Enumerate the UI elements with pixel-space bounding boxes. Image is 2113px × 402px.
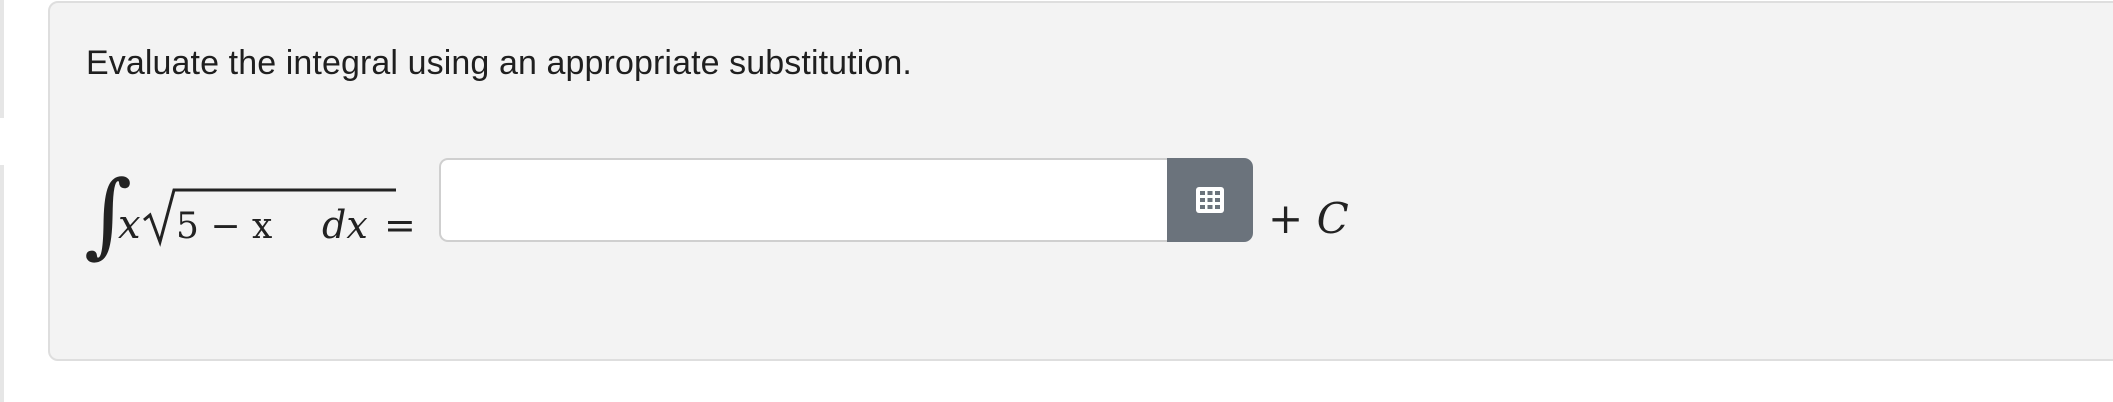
differential-dx: dx <box>322 203 368 247</box>
radical-contents: 5 − x <box>176 206 272 247</box>
page-left-edge <box>0 0 6 402</box>
question-prompt: Evaluate the integral using an appropria… <box>86 44 912 82</box>
answer-input[interactable] <box>439 158 1170 242</box>
left-edge-segment <box>0 0 4 118</box>
equals-sign: = <box>384 203 416 247</box>
keypad-button[interactable] <box>1167 158 1253 242</box>
left-edge-segment <box>0 165 4 402</box>
integral-expression-svg: ∫ x 5 − x dx = <box>84 161 416 268</box>
plus-sign: + <box>1268 194 1304 243</box>
keypad-icon <box>1196 187 1224 213</box>
integral-expression: ∫ x 5 − x dx = <box>84 160 434 280</box>
plus-constant: + C <box>1268 194 1349 243</box>
constant-c: C <box>1316 194 1349 243</box>
integrand-x: x <box>118 202 141 248</box>
